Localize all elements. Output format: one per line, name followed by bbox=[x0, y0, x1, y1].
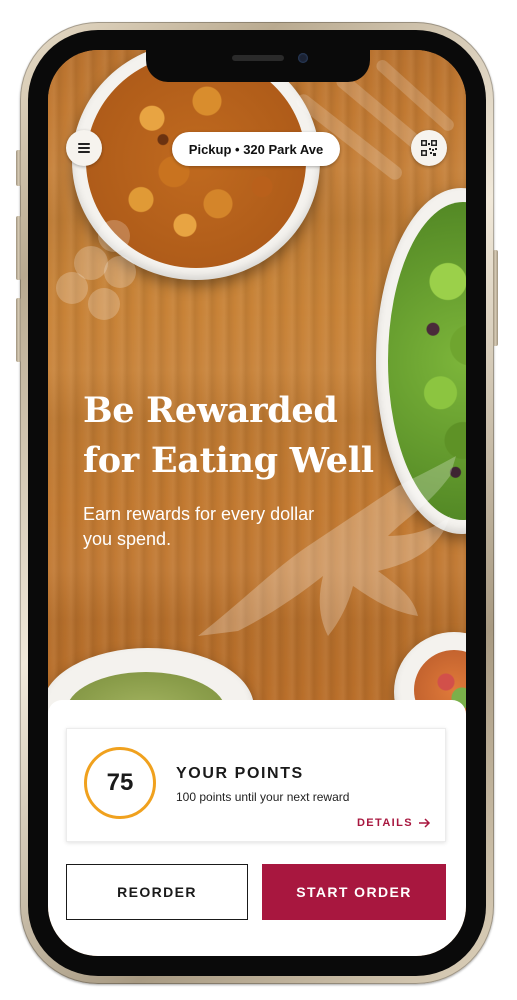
reorder-label: REORDER bbox=[117, 884, 197, 900]
hero-subtext: Earn rewards for every dollar you spend. bbox=[83, 504, 315, 549]
menu-button[interactable] bbox=[66, 130, 102, 166]
mute-switch bbox=[16, 150, 21, 186]
points-title: YOUR POINTS bbox=[176, 765, 304, 782]
reorder-button[interactable]: REORDER bbox=[66, 864, 248, 920]
rewards-sheet: 75 YOUR POINTS 100 points until your nex… bbox=[48, 700, 466, 956]
points-value: 75 bbox=[106, 769, 134, 796]
power-button bbox=[493, 250, 498, 346]
pickup-location-label: Pickup • 320 Park Ave bbox=[188, 141, 324, 157]
details-label: DETAILS bbox=[356, 817, 413, 829]
speaker-grille bbox=[232, 55, 284, 61]
volume-up-button bbox=[16, 216, 21, 280]
hamburger-menu-icon bbox=[78, 147, 90, 149]
points-badge: 75 bbox=[84, 747, 156, 819]
decorative-circle bbox=[56, 272, 88, 304]
start-order-label: START ORDER bbox=[296, 884, 412, 900]
pickup-location-selector[interactable]: Pickup • 320 Park Ave bbox=[172, 132, 340, 166]
details-link[interactable]: DETAILS bbox=[357, 817, 431, 829]
hero-headline: Be Rewarded for Eating Well bbox=[83, 386, 423, 486]
front-camera bbox=[298, 53, 308, 63]
headline-line-1: Be Rewarded bbox=[83, 390, 338, 431]
points-subtitle: 100 points until your next reward bbox=[176, 790, 350, 804]
qr-code-button[interactable] bbox=[411, 130, 447, 166]
headline-line-2: for Eating Well bbox=[83, 440, 374, 481]
notch bbox=[146, 50, 370, 82]
decorative-circle bbox=[104, 256, 136, 288]
app-screen: Pickup • 320 Park Ave Be Rewarded for Ea… bbox=[48, 50, 466, 956]
decorative-circle bbox=[88, 288, 120, 320]
decorative-circle bbox=[98, 220, 130, 252]
volume-down-button bbox=[16, 298, 21, 362]
start-order-button[interactable]: START ORDER bbox=[262, 864, 446, 920]
qr-code-icon bbox=[421, 140, 437, 156]
points-card: 75 YOUR POINTS 100 points until your nex… bbox=[66, 728, 446, 842]
arrow-right-icon bbox=[419, 818, 431, 828]
